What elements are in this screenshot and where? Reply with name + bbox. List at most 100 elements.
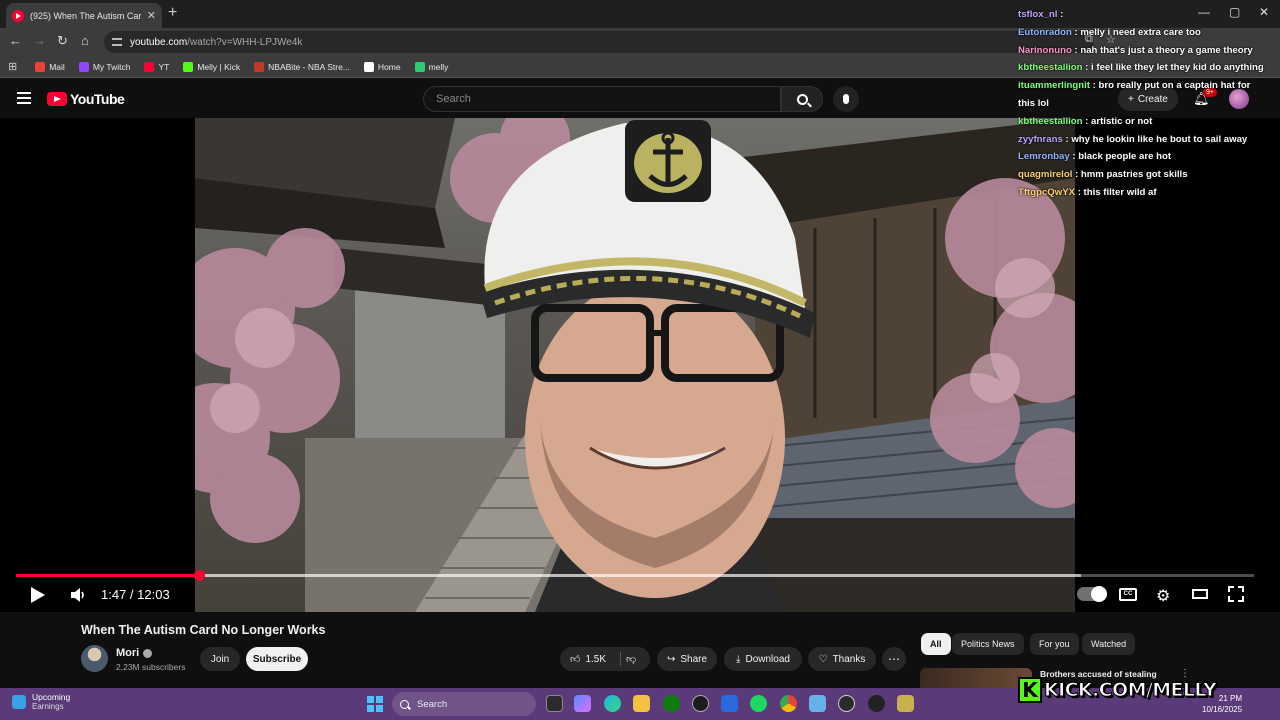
thumbs-down-icon[interactable]: 👎︎ (626, 653, 636, 665)
play-icon[interactable] (31, 587, 45, 603)
screen: (925) When The Autism Card N ✕ + — ▢ ✕ ←… (0, 0, 1280, 720)
chat-text: : nah that's just a theory a game theory (1071, 44, 1253, 56)
address-bar[interactable]: youtube.com/watch?v=WHH-LPJWe4k (104, 31, 1094, 53)
taskbar-search[interactable]: Search (392, 692, 536, 716)
chip-for-you[interactable]: For you (1030, 633, 1079, 655)
copilot-icon[interactable] (574, 695, 591, 712)
chat-message: kbtheestallion : i feel like they let th… (1018, 59, 1280, 77)
verified-icon (143, 648, 153, 658)
file-explorer-icon[interactable] (633, 695, 650, 712)
widgets-icon (12, 694, 26, 709)
share-icon: ↪ (666, 653, 676, 665)
bookmark-melly-kick[interactable]: Melly | Kick (183, 61, 240, 72)
video-title: When The Autism Card No Longer Works (81, 623, 326, 637)
site-info-icon[interactable] (112, 38, 122, 46)
chat-username: Eutonradon (1018, 26, 1072, 38)
reload-icon[interactable]: ↻ (57, 33, 68, 49)
more-actions-icon[interactable]: ⋯ (882, 647, 906, 671)
chat-message: zyyfnrans : why he lookin like he bout t… (1018, 131, 1280, 149)
bookmark-mail[interactable]: Mail (35, 61, 65, 72)
windows-start-icon[interactable] (367, 696, 383, 712)
menu-icon[interactable] (17, 92, 31, 104)
home-icon[interactable]: ⌂ (81, 33, 89, 48)
voice-search-button[interactable] (833, 86, 859, 112)
store-icon[interactable] (721, 695, 738, 712)
subscriber-count: 2.23M subscribers (116, 662, 186, 672)
chat-username: Lemronbay (1018, 151, 1070, 163)
channel-avatar[interactable] (81, 645, 108, 672)
chat-message: Eutonradon : melly i need extra care too (1018, 24, 1280, 42)
thanks-button[interactable]: ♡ Thanks (808, 647, 876, 671)
youtube-logo-icon (47, 92, 67, 106)
chat-text: : (1057, 9, 1064, 20)
back-icon[interactable]: ← (9, 33, 22, 48)
chat-username: zyyfnrans (1018, 133, 1063, 145)
xbox-icon[interactable] (663, 695, 680, 712)
chat-username: quagmirelol (1018, 169, 1073, 181)
app-icon[interactable] (868, 695, 885, 712)
channel-name[interactable]: Mori (116, 647, 153, 659)
like-count: 1.5K (585, 653, 607, 665)
progress-played (16, 574, 200, 577)
chip-watched[interactable]: Watched (1082, 633, 1136, 655)
widgets-button[interactable]: Upcoming Earnings (12, 692, 70, 711)
task-view-icon[interactable] (546, 695, 563, 712)
new-tab-icon[interactable]: + (168, 4, 177, 22)
subscribe-button[interactable]: Subscribe (246, 647, 308, 671)
fullscreen-icon[interactable] (1228, 586, 1244, 602)
address-url: youtube.com/watch?v=WHH-LPJWe4k (130, 36, 303, 48)
theater-mode-icon[interactable] (1192, 589, 1208, 599)
volume-icon[interactable] (71, 588, 85, 602)
bookmark-yt[interactable]: YT (144, 61, 169, 72)
share-button[interactable]: ↪ Share (657, 647, 717, 671)
autoplay-toggle[interactable] (1077, 586, 1107, 602)
media-player-icon[interactable] (838, 695, 855, 712)
edge-icon[interactable] (604, 695, 621, 712)
chat-text: : artistic or not (1082, 115, 1153, 127)
chip-all[interactable]: All (921, 633, 951, 655)
kick-icon (183, 61, 194, 72)
chat-username: Narinonuno (1018, 44, 1072, 56)
x-icon (363, 61, 374, 72)
thumbs-up-icon[interactable]: 👍︎ (570, 653, 580, 665)
kick-logo-icon: K (1018, 677, 1042, 703)
youtube-favicon-icon (12, 9, 24, 22)
bookmark-home[interactable]: Home (363, 61, 401, 72)
nba-icon (254, 61, 265, 72)
apps-grid-icon[interactable]: ⊞ (8, 60, 17, 73)
bookmark-my-twitch[interactable]: My Twitch (78, 61, 130, 72)
super-thanks-icon: ♡ (818, 653, 828, 665)
download-button[interactable]: ⤓ Download (724, 647, 802, 671)
chat-message: Lemronbay : black people are hot (1018, 148, 1280, 166)
tab-close-icon[interactable]: ✕ (147, 9, 156, 22)
progress-bar[interactable] (16, 570, 1254, 581)
browser-tab-youtube[interactable]: (925) When The Autism Card N ✕ (6, 3, 162, 28)
spotify-icon[interactable] (750, 695, 767, 712)
captions-icon[interactable]: CC (1119, 588, 1137, 601)
game-app-icon[interactable] (897, 695, 914, 712)
youtube-icon (144, 61, 155, 72)
video-frame-illustration (195, 118, 1075, 612)
widget-subtitle: Earnings (32, 702, 64, 711)
search-input[interactable]: Search (423, 86, 781, 112)
bookmark-melly[interactable]: melly (414, 61, 448, 72)
video-frame[interactable] (195, 118, 1075, 612)
settings-gear-icon[interactable]: ⚙ (1156, 586, 1170, 606)
chat-text: : hmm pastries got skills (1072, 169, 1188, 181)
search-icon (400, 699, 409, 709)
chat-message: quagmirelol : hmm pastries got skills (1018, 166, 1280, 184)
join-button[interactable]: Join (200, 647, 240, 671)
like-dislike-group[interactable]: 👍︎ 1.5K 👎︎ (560, 647, 650, 671)
tab-title: (925) When The Autism Card N (30, 10, 141, 21)
chrome-icon[interactable] (780, 695, 797, 712)
youtube-logo[interactable]: YouTube (47, 91, 125, 107)
search-button[interactable] (781, 86, 823, 112)
bookmark-nbabite[interactable]: NBABite - NBA Stre... (254, 61, 350, 72)
steam-icon[interactable] (692, 695, 709, 712)
chat-message: TftgpcQwYX : this filter wild af (1018, 184, 1280, 202)
chip-politics-news[interactable]: Politics News (952, 633, 1024, 655)
photos-icon[interactable] (809, 695, 826, 712)
chat-message: tsflox_nl : (1018, 6, 1280, 24)
chat-username: ituammerlingnit (1018, 80, 1090, 92)
forward-icon[interactable]: → (33, 33, 46, 48)
